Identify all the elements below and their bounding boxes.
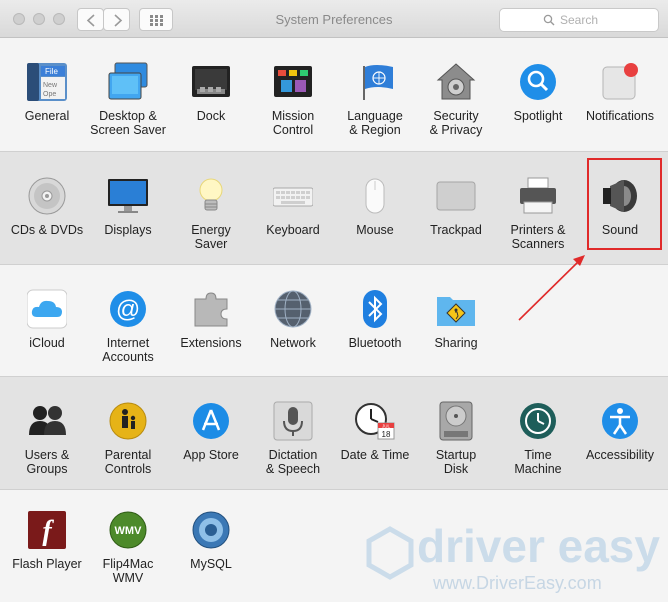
annotation-arrow — [518, 255, 585, 321]
